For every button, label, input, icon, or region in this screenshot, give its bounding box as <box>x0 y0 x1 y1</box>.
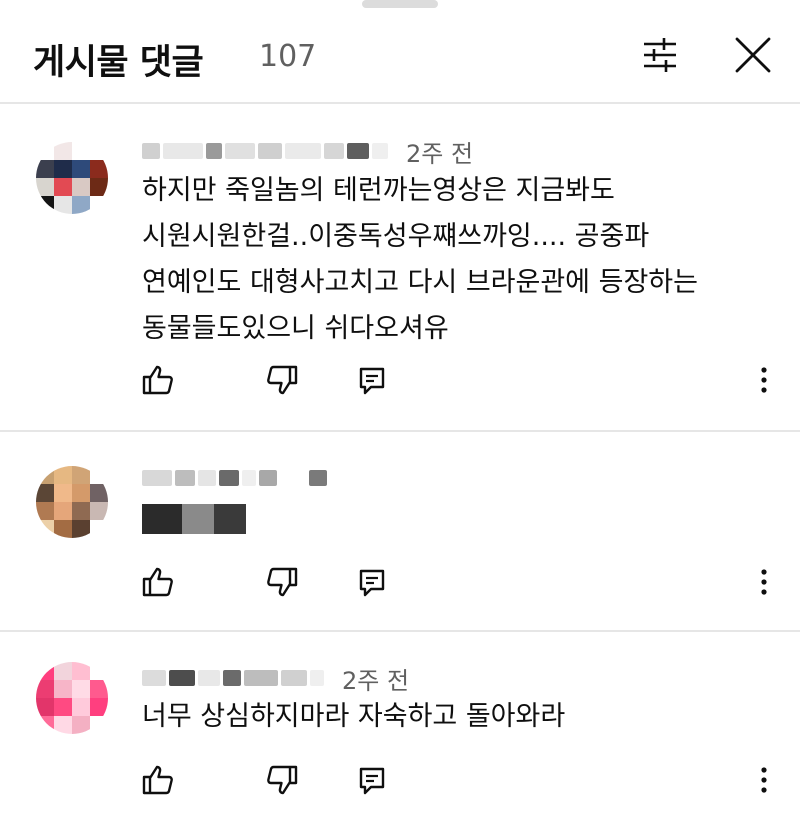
avatar[interactable] <box>36 142 108 214</box>
comment-item: 2주 전 하지만 죽일놈의 테런까는영상은 지금봐도 시원시원한걸..이중독성우… <box>0 104 800 430</box>
dislike-button[interactable] <box>262 360 302 400</box>
reply-icon <box>359 767 385 795</box>
more-vert-icon <box>761 367 767 393</box>
comment-actions <box>0 760 800 804</box>
username-pixelated[interactable] <box>142 143 388 159</box>
more-button[interactable] <box>744 360 784 400</box>
comment-time: 2주 전 <box>406 139 474 168</box>
username-pixelated[interactable] <box>142 470 327 486</box>
filter-button[interactable] <box>636 33 684 77</box>
comment-meta: 2주 전 <box>142 664 409 695</box>
comment-item <box>0 432 800 630</box>
comment-count: 107 <box>259 39 317 74</box>
dislike-button[interactable] <box>262 760 302 800</box>
thumb-up-icon <box>142 567 173 597</box>
reply-button[interactable] <box>352 360 392 400</box>
username-pixelated[interactable] <box>142 670 324 686</box>
like-button[interactable] <box>138 360 178 400</box>
comment-meta: 2주 전 <box>142 137 473 168</box>
close-icon <box>735 37 771 73</box>
reply-icon <box>359 367 385 395</box>
reply-button[interactable] <box>352 760 392 800</box>
page-title: 게시물 댓글 <box>33 43 204 83</box>
comments-header: 게시물 댓글 107 <box>0 0 800 102</box>
comment-meta <box>142 464 345 492</box>
reply-icon <box>359 569 385 597</box>
comment-actions <box>0 360 800 404</box>
reply-button[interactable] <box>352 562 392 602</box>
more-button[interactable] <box>744 562 784 602</box>
more-vert-icon <box>761 767 767 793</box>
more-button[interactable] <box>744 760 784 800</box>
comment-text-pixelated <box>142 504 246 534</box>
comment-actions <box>0 562 800 606</box>
more-vert-icon <box>761 569 767 595</box>
close-button[interactable] <box>728 30 778 80</box>
avatar[interactable] <box>36 466 108 538</box>
thumb-down-icon <box>267 365 298 395</box>
comment-text: 하지만 죽일놈의 테런까는영상은 지금봐도 시원시원한걸..이중독성우쨰쓰까잉.… <box>142 175 698 344</box>
thumb-up-icon <box>142 765 173 795</box>
like-button[interactable] <box>138 562 178 602</box>
comment-time: 2주 전 <box>342 666 410 695</box>
comment-item: 2주 전 너무 상심하지마라 자숙하고 돌아와라 <box>0 632 800 828</box>
comment-text: 너무 상심하지마라 자숙하고 돌아와라 <box>142 701 566 732</box>
thumb-down-icon <box>267 765 298 795</box>
thumb-down-icon <box>267 567 298 597</box>
dislike-button[interactable] <box>262 562 302 602</box>
like-button[interactable] <box>138 760 178 800</box>
tune-icon <box>644 38 676 72</box>
avatar[interactable] <box>36 662 108 734</box>
thumb-up-icon <box>142 365 173 395</box>
